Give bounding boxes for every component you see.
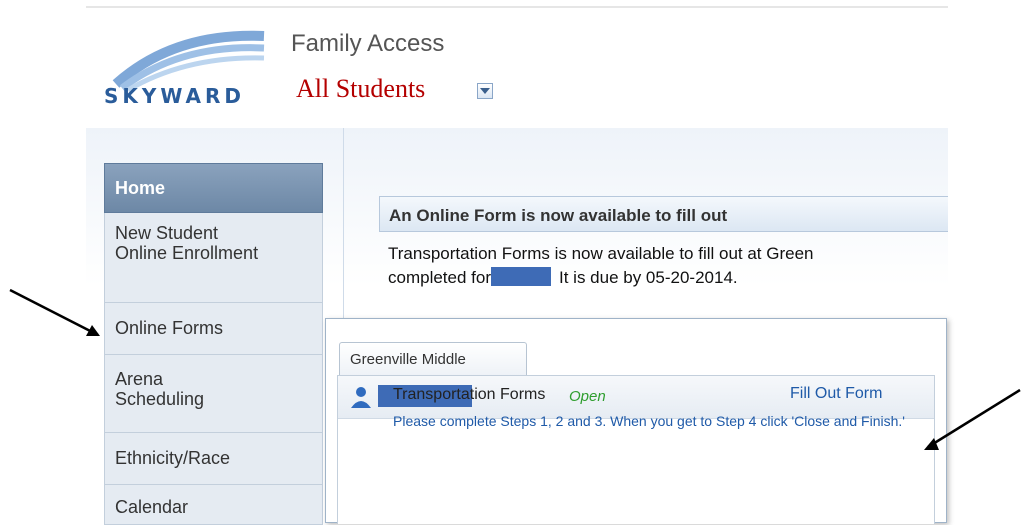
sidebar-item-arena-scheduling[interactable]: Arena Scheduling [104, 355, 323, 433]
app-title: Family Access [291, 30, 445, 57]
sidebar-item-online-forms[interactable]: Online Forms [104, 303, 323, 355]
sidebar-item-new-student-enrollment[interactable]: New Student Online Enrollment [104, 213, 323, 303]
arrow-online-forms-icon [9, 288, 99, 337]
online-forms-popup: Greenville Middle Transportation Forms O… [325, 318, 947, 524]
notice-line-2-suffix: It is due by 05-20-2014. [559, 268, 738, 287]
notice-body: Transportation Forms is now available to… [379, 232, 948, 300]
notice-title: An Online Form is now available to fill … [379, 196, 948, 232]
sidebar-item-label: Online Forms [115, 318, 224, 338]
top-divider [86, 6, 948, 8]
sidebar-item-label: Calendar [115, 497, 189, 517]
notice-line-2-prefix: completed for [388, 268, 491, 287]
form-name: Transportation Forms [393, 386, 546, 403]
person-icon [351, 387, 371, 408]
sidebar-item-label: Arena Scheduling [115, 369, 205, 409]
sidebar-item-label: Home [115, 178, 166, 198]
fill-out-form-link[interactable]: Fill Out Form [790, 385, 882, 403]
form-instructions: Please complete Steps 1, 2 and 3. When y… [393, 413, 905, 429]
tab-greenville-middle[interactable]: Greenville Middle [339, 342, 527, 376]
student-dropdown-button[interactable] [477, 83, 493, 99]
notice-line-1: Transportation Forms is now available to… [388, 244, 814, 263]
sidebar-item-label: Ethnicity/Race [115, 448, 231, 468]
sidebar-item-home[interactable]: Home [104, 163, 323, 213]
sidebar-item-label: New Student Online Enrollment [115, 223, 259, 263]
form-status-badge: Open [569, 388, 606, 405]
sidebar-item-calendar[interactable]: Calendar [104, 485, 323, 525]
sidebar-nav: Home New Student Online Enrollment Onlin… [104, 163, 323, 525]
student-selector[interactable]: All Students [296, 74, 425, 104]
redacted-student-name [491, 267, 551, 286]
sidebar-item-ethnicity-race[interactable]: Ethnicity/Race [104, 433, 323, 485]
chevron-down-icon [480, 88, 490, 94]
notice-line-2: completed for It is due by 05-20-2014. [388, 266, 939, 290]
skyward-logo-text: SKYWARD [104, 84, 246, 108]
